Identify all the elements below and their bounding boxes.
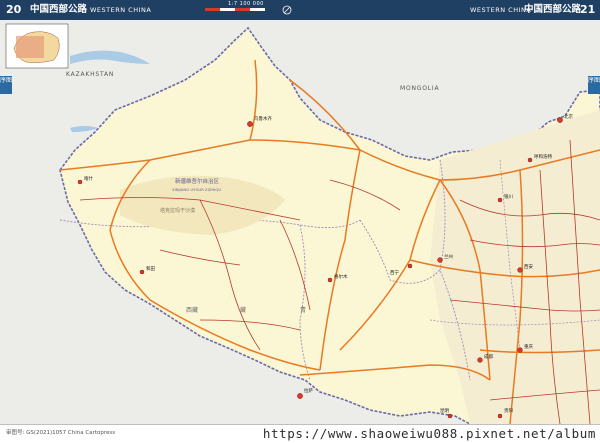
label-kunming: 昆明 [440,408,449,414]
label-tibet: 西藏 [186,306,198,314]
label-xinjiang: 新疆维吾尔自治区 [175,177,220,185]
footer-credit: 审图号: GS(2021)1057 China Cartopress [6,430,116,436]
right-page-number: 21 [580,3,596,16]
label-lhasa: 拉萨 [304,387,313,394]
inset-highlight [16,36,44,58]
label-xian: 西安 [524,263,533,270]
label-xining: 西宁 [390,269,399,276]
label-guiyang: 贵阳 [504,407,513,414]
left-title: 中国西部公路 [30,4,88,15]
western-china-map: KAZAKHSTAN MONGOLIA 新疆维吾尔自治区 XINJIANG UY… [0,20,600,424]
label-lanzhou: 兰州 [444,253,453,260]
label-zang: 藏 [240,306,246,314]
label-mongolia: MONGOLIA [400,85,439,92]
label-hohhot: 呼和浩特 [534,153,552,160]
atlas-page: 20 中国西部公路 WESTERN CHINA 1:7 100 000 WEST… [0,0,600,443]
side-tab-right[interactable]: 序图 [588,76,600,94]
left-subtitle: WESTERN CHINA [90,6,152,14]
label-beijing: 北京 [564,113,573,120]
scale-text: 1:7 100 000 [228,1,264,7]
right-subtitle: WESTERN CHINA [470,6,532,14]
label-chongqing: 重庆 [524,343,533,350]
label-kashi: 喀什 [84,175,93,182]
page-footer: 审图号: GS(2021)1057 China Cartopress https… [0,424,600,443]
label-xinjiang-en: XINJIANG UYGUR ZIZHIQU [172,187,221,192]
page-header: 20 中国西部公路 WESTERN CHINA 1:7 100 000 WEST… [0,0,600,20]
label-qinghai: 青 [300,306,306,314]
right-title: 中国西部公路 [524,4,582,15]
label-kazakhstan: KAZAKHSTAN [66,71,114,78]
label-yinchuan: 银川 [504,193,513,200]
label-golmud: 格尔木 [334,273,348,280]
label-chengdu: 成都 [484,353,493,360]
left-page-number: 20 [6,3,22,16]
label-urumqi: 乌鲁木齐 [254,115,272,122]
label-hetian: 和田 [146,265,155,272]
label-desert: 塔克拉玛干沙漠 [160,207,195,214]
watermark-url: https://www.shaoweiwu088.pixnet.net/albu… [262,426,596,441]
side-tab-left[interactable]: 序图 [0,76,12,94]
